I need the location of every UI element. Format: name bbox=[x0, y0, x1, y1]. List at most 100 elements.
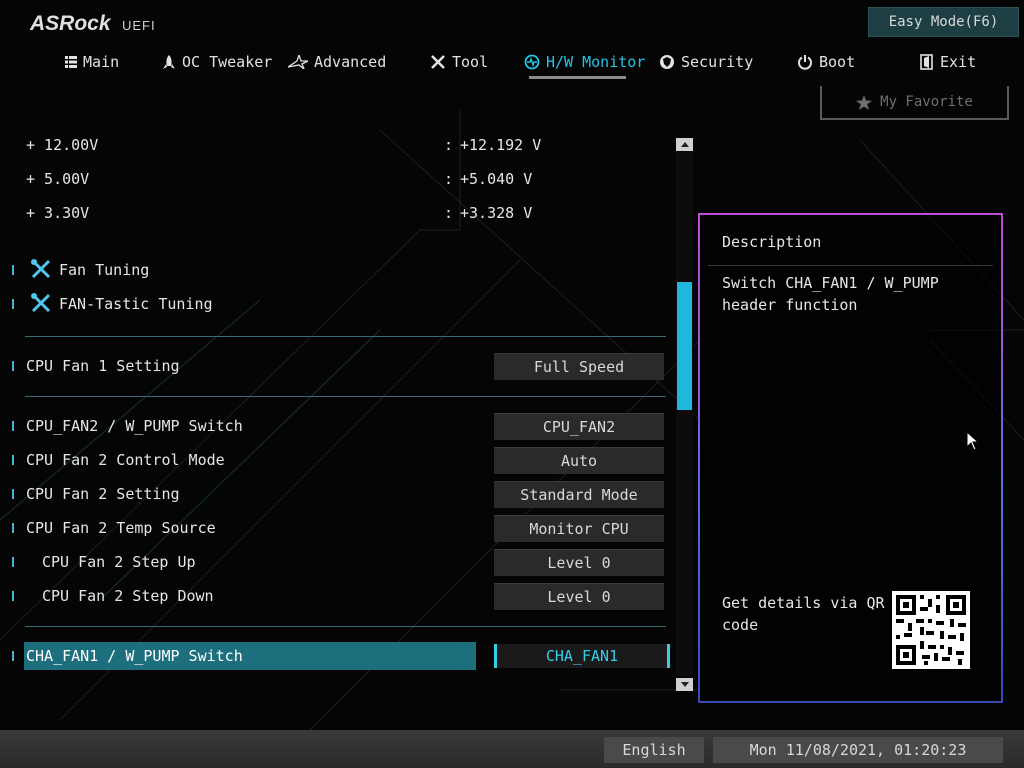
divider bbox=[25, 336, 666, 337]
logo-brand-text: ASRock bbox=[30, 12, 112, 35]
row-marker bbox=[12, 455, 14, 465]
tab-label: Advanced bbox=[314, 53, 387, 71]
voltage-label: + 12.00V bbox=[26, 136, 99, 154]
tab-exit[interactable]: Exit bbox=[920, 50, 976, 74]
tools-icon bbox=[31, 259, 51, 279]
voltage-value: +3.328 V bbox=[460, 204, 533, 222]
voltage-row-5v: + 5.00V : +5.040 V bbox=[10, 166, 666, 192]
cha-fan1-switch-row[interactable]: CHA_FAN1 / W_PUMP Switch CHA_FAN1 bbox=[10, 642, 670, 670]
tab-label: H/W Monitor bbox=[546, 53, 646, 71]
fan-tastic-tuning-label: FAN-Tastic Tuning bbox=[59, 295, 213, 313]
setting-label: CPU Fan 1 Setting bbox=[26, 357, 180, 375]
voltage-value: +5.040 V bbox=[460, 170, 533, 188]
setting-label: CPU Fan 2 Step Up bbox=[42, 553, 196, 571]
tab-hw-monitor[interactable]: H/W Monitor bbox=[524, 50, 645, 74]
tab-label: OC Tweaker bbox=[182, 53, 273, 71]
voltage-row-12v: + 12.00V : +12.192 V bbox=[10, 132, 666, 158]
mouse-cursor-icon bbox=[966, 431, 980, 451]
cpu-fan2-control-mode-row[interactable]: CPU Fan 2 Control Mode Auto bbox=[10, 447, 666, 474]
voltage-colon: : bbox=[444, 170, 454, 188]
voltage-row-3v3: + 3.30V : +3.328 V bbox=[10, 200, 666, 226]
tab-label: Tool bbox=[452, 53, 489, 71]
cpu-fan2-step-up-dropdown[interactable]: Level 0 bbox=[494, 549, 664, 576]
fan-tuning-label: Fan Tuning bbox=[59, 261, 150, 279]
voltage-colon: : bbox=[444, 204, 454, 222]
scroll-down-button[interactable] bbox=[676, 678, 693, 691]
cpu-fan2-setting-dropdown[interactable]: Standard Mode bbox=[494, 481, 664, 508]
tab-advanced[interactable]: Advanced bbox=[288, 50, 386, 74]
cha-fan1-switch-dropdown[interactable]: CHA_FAN1 bbox=[494, 644, 670, 668]
tab-security[interactable]: Security bbox=[659, 50, 753, 74]
cpu-fan2-temp-source-row[interactable]: CPU Fan 2 Temp Source Monitor CPU bbox=[10, 515, 666, 542]
row-marker bbox=[12, 651, 14, 661]
setting-label: CPU_FAN2 / W_PUMP Switch bbox=[26, 417, 243, 435]
row-marker bbox=[12, 299, 14, 309]
tools-icon bbox=[431, 55, 445, 69]
cpu-fan2-temp-source-dropdown[interactable]: Monitor CPU bbox=[494, 515, 664, 542]
description-panel: Description Switch CHA_FAN1 / W_PUMP hea… bbox=[698, 213, 1003, 703]
active-tab-underline bbox=[529, 76, 626, 79]
arrow-up-icon bbox=[680, 142, 689, 147]
voltage-label: + 3.30V bbox=[26, 204, 90, 222]
row-marker bbox=[12, 421, 14, 431]
voltage-colon: : bbox=[444, 136, 454, 154]
logo-uefi-text: UEFI bbox=[122, 18, 156, 33]
tab-label: Exit bbox=[940, 53, 977, 71]
asrock-logo: ASRock UEFI bbox=[29, 10, 170, 36]
scrollbar-thumb[interactable] bbox=[677, 282, 692, 410]
qr-caption: Get details via QR code bbox=[722, 594, 885, 634]
row-marker bbox=[12, 361, 14, 371]
setting-label: CHA_FAN1 / W_PUMP Switch bbox=[26, 647, 243, 665]
scroll-up-button[interactable] bbox=[676, 138, 693, 151]
cpu-fan2-control-mode-dropdown[interactable]: Auto bbox=[494, 447, 664, 474]
list-icon bbox=[65, 56, 77, 68]
voltage-label: + 5.00V bbox=[26, 170, 90, 188]
cpu-fan2-setting-row[interactable]: CPU Fan 2 Setting Standard Mode bbox=[10, 481, 666, 508]
language-button[interactable]: English bbox=[604, 737, 704, 763]
cpu-fan2-switch-dropdown[interactable]: CPU_FAN2 bbox=[494, 413, 664, 440]
tab-boot[interactable]: Boot bbox=[797, 50, 855, 74]
star-icon bbox=[288, 55, 308, 69]
description-divider bbox=[708, 265, 993, 266]
setting-label: CPU Fan 2 Step Down bbox=[42, 587, 214, 605]
row-marker bbox=[12, 557, 14, 567]
star-icon bbox=[856, 94, 873, 110]
tab-main[interactable]: Main bbox=[65, 50, 119, 74]
row-marker bbox=[12, 265, 14, 275]
arrow-down-icon bbox=[680, 682, 689, 687]
setting-label: CPU Fan 2 Temp Source bbox=[26, 519, 216, 537]
tab-oc-tweaker[interactable]: OC Tweaker bbox=[162, 50, 272, 74]
row-marker bbox=[12, 591, 14, 601]
power-icon bbox=[798, 55, 812, 70]
voltage-value: +12.192 V bbox=[460, 136, 542, 154]
datetime-display: Mon 11/08/2021, 01:20:23 bbox=[713, 737, 1003, 763]
row-marker bbox=[12, 523, 14, 533]
fan-tastic-tuning-item[interactable]: FAN-Tastic Tuning bbox=[10, 291, 666, 317]
cpu-fan1-setting-row[interactable]: CPU Fan 1 Setting Full Speed bbox=[10, 353, 666, 380]
my-favorite-label: My Favorite bbox=[880, 94, 973, 110]
tab-tool[interactable]: Tool bbox=[430, 50, 488, 74]
description-title: Description bbox=[722, 233, 822, 251]
easy-mode-button[interactable]: Easy Mode(F6) bbox=[868, 7, 1019, 37]
tab-label: Main bbox=[83, 53, 120, 71]
cpu-fan2-step-down-row[interactable]: CPU Fan 2 Step Down Level 0 bbox=[10, 583, 666, 610]
main-nav: Main OC Tweaker Advanced Tool H/W Monito… bbox=[0, 46, 1024, 80]
my-favorite-button[interactable]: My Favorite bbox=[820, 86, 1009, 120]
monitor-icon bbox=[524, 54, 540, 70]
cpu-fan2-step-down-dropdown[interactable]: Level 0 bbox=[494, 583, 664, 610]
divider bbox=[25, 626, 666, 627]
tab-label: Boot bbox=[819, 53, 856, 71]
qr-code bbox=[892, 591, 970, 669]
rocket-icon bbox=[163, 54, 175, 69]
tab-label: Security bbox=[681, 53, 754, 71]
fan-tuning-item[interactable]: Fan Tuning bbox=[10, 257, 666, 283]
description-text: Switch CHA_FAN1 / W_PUMP header function bbox=[722, 274, 939, 314]
divider bbox=[25, 396, 666, 397]
scrollbar-track[interactable] bbox=[676, 152, 693, 676]
cpu-fan1-setting-dropdown[interactable]: Full Speed bbox=[494, 353, 664, 380]
exit-icon bbox=[920, 54, 933, 70]
cpu-fan2-step-up-row[interactable]: CPU Fan 2 Step Up Level 0 bbox=[10, 549, 666, 576]
cpu-fan2-switch-row[interactable]: CPU_FAN2 / W_PUMP Switch CPU_FAN2 bbox=[10, 413, 666, 440]
qr-code-icon bbox=[896, 595, 966, 665]
row-marker bbox=[12, 489, 14, 499]
